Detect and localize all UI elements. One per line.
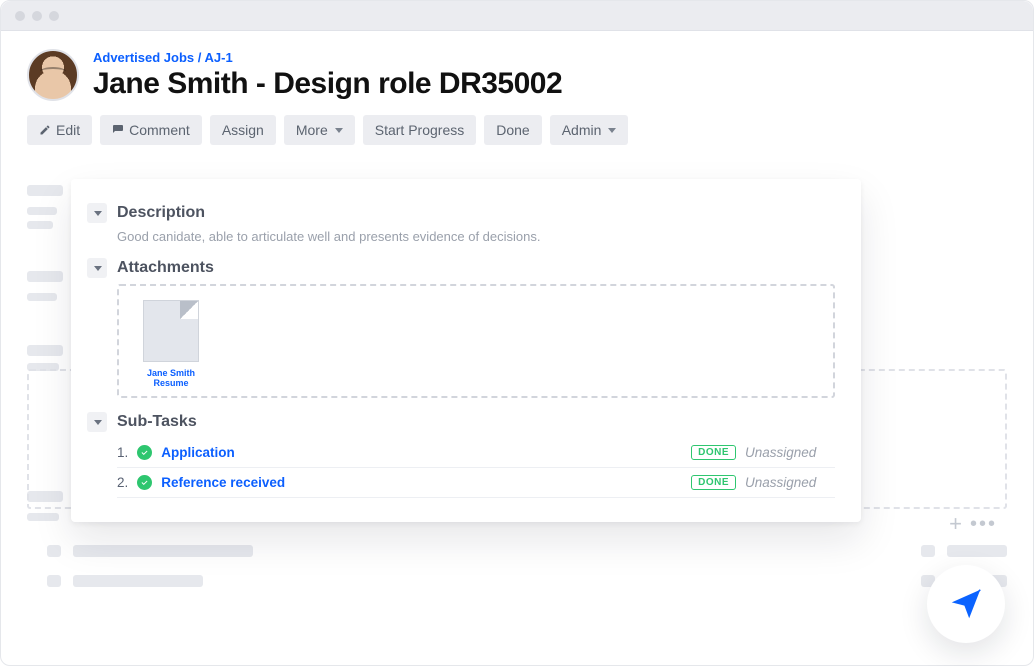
skeleton-placeholder xyxy=(27,207,57,215)
collapse-toggle[interactable] xyxy=(87,412,107,432)
action-toolbar: Edit Comment Assign More Start Progress … xyxy=(27,115,1007,145)
issue-detail-card: Description Good canidate, able to artic… xyxy=(71,179,861,522)
description-text: Good canidate, able to articulate well a… xyxy=(117,229,835,244)
window-title-bar xyxy=(1,1,1033,31)
subtask-assignee: Unassigned xyxy=(745,475,835,490)
subtask-link[interactable]: Application xyxy=(161,445,235,460)
skeleton-row xyxy=(47,545,1007,557)
edit-button[interactable]: Edit xyxy=(27,115,92,145)
section-title: Sub-Tasks xyxy=(117,413,197,431)
check-circle-icon xyxy=(137,445,152,460)
chevron-down-icon xyxy=(94,266,102,271)
add-icon[interactable]: + xyxy=(949,513,962,535)
collapse-toggle[interactable] xyxy=(87,258,107,278)
subtask-row[interactable]: 1. Application DONE Unassigned xyxy=(117,438,835,468)
check-circle-icon xyxy=(137,475,152,490)
admin-menu-button[interactable]: Admin xyxy=(550,115,629,145)
subtasks-section: Sub-Tasks 1. Application DONE Unassigned… xyxy=(87,412,835,498)
attachment-item[interactable]: Jane Smith Resume xyxy=(131,300,211,388)
subtask-link[interactable]: Reference received xyxy=(161,475,285,490)
chevron-down-icon xyxy=(335,128,343,133)
comment-icon xyxy=(112,124,124,136)
chevron-down-icon xyxy=(94,211,102,216)
attachments-section: Attachments Jane Smith Resume xyxy=(87,258,835,398)
breadcrumb[interactable]: Advertised Jobs / AJ-1 xyxy=(93,50,562,65)
more-icon[interactable]: ••• xyxy=(970,514,997,534)
assign-button[interactable]: Assign xyxy=(210,115,276,145)
window-minimize-icon[interactable] xyxy=(32,11,42,21)
chevron-down-icon xyxy=(94,420,102,425)
skeleton-placeholder xyxy=(27,345,63,356)
collapse-toggle[interactable] xyxy=(87,203,107,223)
subtask-number: 1. xyxy=(117,445,128,460)
subtask-assignee: Unassigned xyxy=(745,445,835,460)
more-menu-button[interactable]: More xyxy=(284,115,355,145)
window-zoom-icon[interactable] xyxy=(49,11,59,21)
comment-button[interactable]: Comment xyxy=(100,115,202,145)
status-badge: DONE xyxy=(691,445,736,460)
browser-window: Advertised Jobs / AJ-1 Jane Smith - Desi… xyxy=(0,0,1034,666)
skeleton-placeholder xyxy=(27,221,53,229)
attachment-label: Jane Smith Resume xyxy=(131,368,211,388)
breadcrumb-separator: / xyxy=(198,50,205,65)
done-button[interactable]: Done xyxy=(484,115,541,145)
page-title: Jane Smith - Design role DR35002 xyxy=(93,67,562,101)
description-section: Description Good canidate, able to artic… xyxy=(87,203,835,244)
skeleton-placeholder xyxy=(27,271,63,282)
assignee-avatar[interactable] xyxy=(27,49,79,101)
skeleton-placeholder xyxy=(27,513,59,521)
brand-launcher-button[interactable] xyxy=(927,565,1005,643)
paper-plane-icon xyxy=(947,585,985,623)
window-close-icon[interactable] xyxy=(15,11,25,21)
status-badge: DONE xyxy=(691,475,736,490)
section-title: Description xyxy=(117,204,205,222)
skeleton-row xyxy=(47,575,1007,587)
breadcrumb-parent[interactable]: Advertised Jobs xyxy=(93,50,194,65)
chevron-down-icon xyxy=(608,128,616,133)
skeleton-placeholder xyxy=(27,185,63,196)
subtask-row[interactable]: 2. Reference received DONE Unassigned xyxy=(117,468,835,498)
attachments-dropzone[interactable]: Jane Smith Resume xyxy=(117,284,835,398)
start-progress-button[interactable]: Start Progress xyxy=(363,115,476,145)
document-icon xyxy=(143,300,199,362)
skeleton-placeholder xyxy=(27,293,57,301)
pencil-icon xyxy=(39,124,51,136)
section-title: Attachments xyxy=(117,259,214,277)
subtask-number: 2. xyxy=(117,475,128,490)
breadcrumb-key[interactable]: AJ-1 xyxy=(205,50,233,65)
